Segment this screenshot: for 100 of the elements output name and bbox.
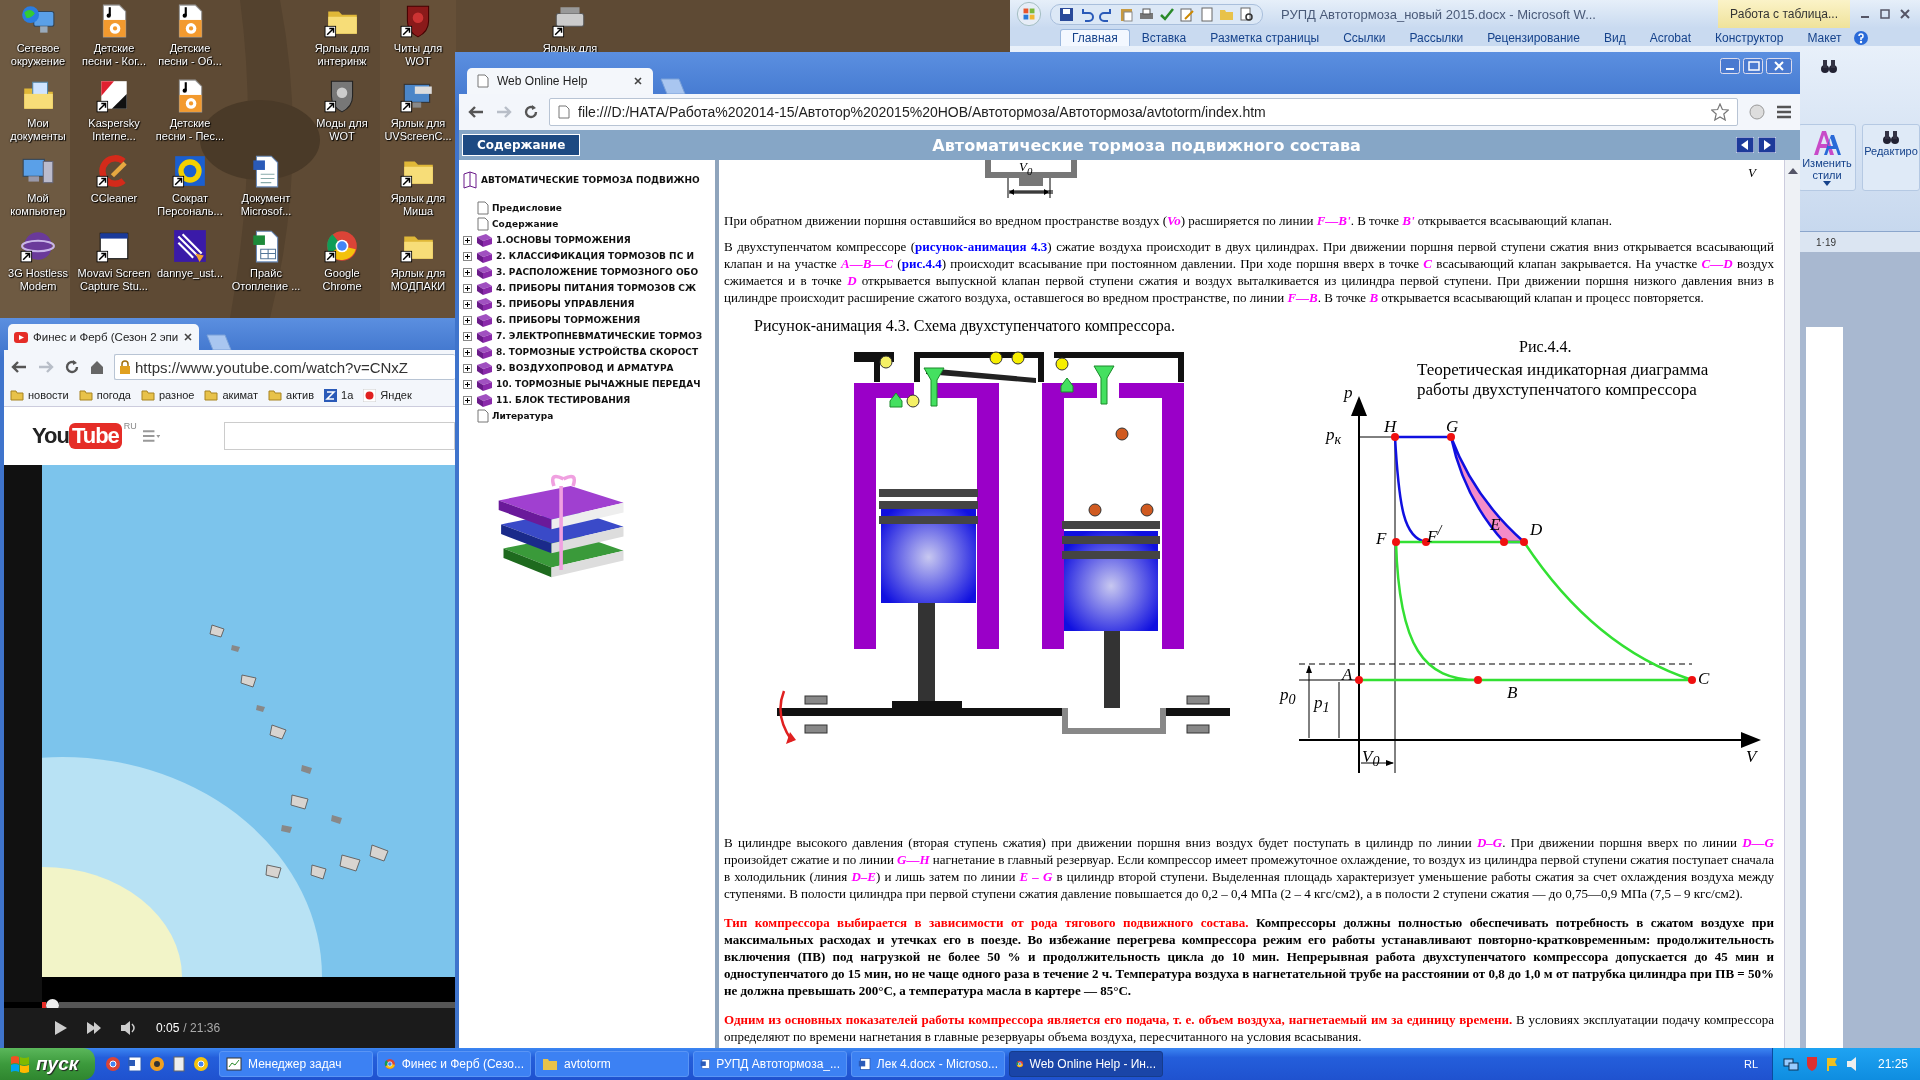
save-icon[interactable]	[1059, 6, 1074, 22]
edit-icon[interactable]	[1179, 6, 1194, 22]
previous-button[interactable]	[1736, 137, 1754, 153]
menu-icon[interactable]	[1776, 105, 1792, 119]
expand-icon[interactable]	[463, 363, 472, 373]
circle-icon[interactable]	[149, 1056, 165, 1072]
expand-icon[interactable]	[463, 283, 472, 293]
redo-icon[interactable]	[1099, 6, 1114, 22]
maximize-button[interactable]	[1878, 7, 1892, 21]
taskbar-button[interactable]: Лек 4.docx - Microso...	[851, 1051, 1005, 1077]
desktop-icon-label[interactable]: dannye_ust...	[156, 267, 224, 280]
taskbar-button[interactable]: avtotorm	[535, 1051, 689, 1077]
ribbon-tab[interactable]: Разметка страницы	[1198, 29, 1332, 46]
expand-icon[interactable]	[463, 347, 472, 357]
language-indicator[interactable]: RL	[1743, 1058, 1758, 1070]
network-icon[interactable]	[1783, 1056, 1799, 1072]
desktop-icon-label[interactable]: Сетевое окружение	[10, 42, 66, 68]
desktop-icon-label[interactable]: Ярлык для UVScreenC...	[384, 117, 452, 143]
toc-item[interactable]: 5. ПРИБОРЫ УПРАВЛЕНИЯ	[496, 299, 635, 309]
progress-track[interactable]	[59, 1002, 455, 1008]
logo-text[interactable]: You	[32, 423, 69, 449]
reload-icon[interactable]	[523, 104, 539, 120]
page-icon[interactable]	[171, 1056, 187, 1072]
ribbon-tab[interactable]: Рассылки	[1397, 29, 1476, 46]
desktop-icon-label[interactable]: Моды для WOT	[316, 117, 368, 143]
desktop-icon-label[interactable]: Мои документы	[10, 117, 66, 143]
expand-icon[interactable]	[463, 251, 472, 261]
bookmark[interactable]: акимат	[204, 389, 258, 401]
desktop-icon-label[interactable]: Детские песни - Пес...	[155, 117, 225, 143]
desktop-icon-label[interactable]: Google Chrome	[322, 267, 362, 293]
back-button[interactable]	[10, 359, 28, 375]
document-icon[interactable]	[127, 1056, 143, 1072]
spelling-icon[interactable]	[1159, 6, 1174, 22]
ribbon-tab[interactable]: Макет	[1795, 29, 1854, 46]
toc-item[interactable]: Предисловие	[492, 203, 562, 213]
taskbar-button[interactable]: РУПД Автотормоза_...	[693, 1051, 847, 1077]
toc-item[interactable]: 6. ПРИБОРЫ ТОРМОЖЕНИЯ	[496, 315, 641, 325]
address-field[interactable]: https://www.youtube.com/watch?v=CNxZ	[114, 354, 455, 380]
toc-item[interactable]: 8. ТОРМОЗНЫЕ УСТРОЙСТВА СКОРОСТ	[496, 347, 699, 357]
print-icon[interactable]	[1139, 6, 1154, 22]
toc-item[interactable]: 4. ПРИБОРЫ ПИТАНИЯ ТОРМОЗОВ СЖ	[496, 283, 696, 293]
toc-item[interactable]: Литература	[492, 411, 554, 421]
ribbon-tab[interactable]: Вид	[1591, 29, 1638, 46]
binoculars-icon[interactable]	[1820, 58, 1838, 74]
round-emblem-icon[interactable]	[172, 153, 208, 189]
browser-tab[interactable]: Финес и Ферб (Сезон 2 эпи	[8, 324, 200, 350]
preview-icon[interactable]	[1239, 6, 1254, 22]
bookmark[interactable]: погода	[78, 389, 131, 401]
ribbon-tab[interactable]: Acrobat	[1637, 29, 1704, 46]
browser-tab[interactable]: Web Online Help	[467, 68, 653, 94]
taskbar-button[interactable]: Web Online Help - Ин...	[1009, 1051, 1163, 1077]
star-icon[interactable]	[1711, 103, 1729, 121]
undo-icon[interactable]	[1079, 6, 1094, 22]
office-button[interactable]	[1016, 1, 1042, 27]
desktop-icon-label[interactable]: Ярлык для Миша	[390, 192, 446, 218]
expand-icon[interactable]	[463, 267, 472, 277]
ribbon-tab[interactable]: Ссылки	[1331, 29, 1398, 46]
desktop-icon-label[interactable]: Детские песни - Об...	[158, 42, 222, 68]
toc-item[interactable]: 10. ТОРМОЗНЫЕ РЫЧАЖНЫЕ ПЕРЕДАЧ	[496, 379, 701, 389]
change-styles-button[interactable]: Изменить стили	[1798, 124, 1856, 191]
logo-badge[interactable]: Tube	[68, 423, 122, 449]
home-icon[interactable]	[89, 359, 105, 375]
maximize-button[interactable]	[1743, 58, 1763, 74]
next-button[interactable]	[1758, 137, 1776, 153]
toc-item[interactable]: 9. ВОЗДУХОПРОВОД И АРМАТУРА	[496, 363, 674, 373]
menu-icon[interactable]	[142, 430, 160, 442]
desktop-icon-label[interactable]: 3G Hostless Modem	[8, 267, 68, 293]
desktop-icon-label[interactable]: Детские песни - Ког...	[82, 42, 146, 68]
toc-item[interactable]: 2. КЛАССИФИКАЦИЯ ТОРМОЗОВ ПС И	[496, 251, 694, 261]
paste-icon[interactable]	[1119, 6, 1134, 22]
desktop-icon-label[interactable]: Мой компьютер	[10, 192, 66, 218]
browser-icon[interactable]	[105, 1056, 121, 1072]
bookmark[interactable]: актив	[268, 389, 315, 401]
toc-item[interactable]: 7. ЭЛЕКТРОПНЕВМАТИЧЕСКИЕ ТОРМОЗ	[496, 331, 703, 341]
editing-button[interactable]: Редактиро	[1862, 124, 1920, 191]
paperclip-icon[interactable]	[172, 228, 208, 264]
desktop-icon-label[interactable]: Документ Microsof...	[240, 192, 292, 218]
expand-icon[interactable]	[463, 379, 472, 389]
figure-link[interactable]: рис.4.4	[901, 256, 942, 271]
contents-button[interactable]: Содержание	[462, 134, 581, 156]
close-icon[interactable]	[633, 76, 643, 86]
close-button[interactable]	[1766, 58, 1792, 74]
bookmark[interactable]: новости	[10, 389, 69, 401]
taskbar-button[interactable]: Финес и Ферб (Сезо...	[377, 1051, 531, 1077]
expand-icon[interactable]	[463, 395, 472, 405]
desktop-icon-label[interactable]: Kaspersky Interne...	[88, 117, 140, 143]
search-field[interactable]	[224, 422, 455, 450]
bookmark[interactable]: разное	[141, 389, 195, 401]
start-button[interactable]: пуск	[0, 1048, 95, 1080]
next-button[interactable]	[86, 1021, 102, 1035]
back-button[interactable]	[467, 104, 485, 120]
desktop-icon-label[interactable]: CCleaner	[90, 192, 138, 205]
minimize-button[interactable]	[1720, 58, 1740, 74]
ribbon-tab[interactable]: Главная	[1060, 29, 1130, 46]
ribbon-tab[interactable]: Рецензирование	[1475, 29, 1592, 46]
toc-item[interactable]: 3. РАСПОЛОЖЕНИЕ ТОРМОЗНОГО ОБО	[496, 267, 699, 277]
desktop-icon-label[interactable]: Ярлык для интеринж	[314, 42, 370, 68]
context-tab[interactable]: Работа с таблица...	[1718, 0, 1850, 28]
browser-icon[interactable]	[324, 228, 360, 264]
browser-icon[interactable]	[193, 1056, 209, 1072]
